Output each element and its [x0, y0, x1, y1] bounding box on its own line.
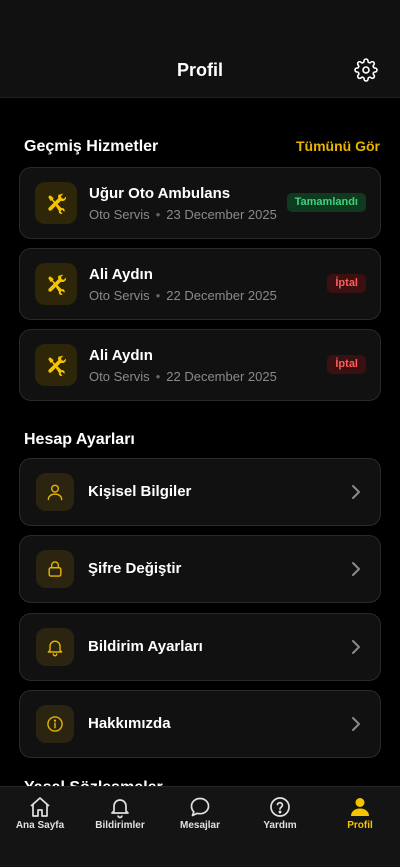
settings-item-label: Bildirim Ayarları	[88, 638, 203, 655]
chevron-right-icon	[352, 717, 360, 731]
service-date: 23 December 2025	[166, 207, 277, 222]
nav-label: Mesajlar	[179, 820, 221, 831]
nav-label: Ana Sayfa	[15, 820, 65, 831]
settings-item-label: Şifre Değiştir	[88, 560, 182, 577]
chevron-right-icon	[352, 640, 360, 654]
page-title: Profil	[176, 60, 223, 80]
service-type: Oto Servis	[89, 369, 150, 384]
settings-item-label: Hakkımızda	[88, 715, 171, 732]
status-badge: İptal	[327, 274, 366, 293]
service-type: Oto Servis	[89, 288, 150, 303]
service-meta: Oto Servis • 23 December 2025	[89, 207, 277, 223]
service-card[interactable]: Ali Aydın Oto Servis • 22 December 2025 İp…	[19, 248, 381, 320]
user-icon	[36, 473, 74, 511]
settings-item-about[interactable]: Hakkımızda	[19, 690, 381, 758]
service-card[interactable]: Ali Aydın Oto Servis • 22 December 2025 İp…	[19, 329, 381, 401]
tools-icon	[35, 182, 77, 224]
service-meta: Oto Servis • 22 December 2025	[89, 369, 277, 385]
chevron-right-icon	[352, 562, 360, 576]
nav-item-notifications[interactable]: Bildirimler	[80, 787, 160, 847]
settings-item-personal-info[interactable]: Kişisel Bilgiler	[19, 458, 381, 526]
nav-label: Profil	[347, 820, 373, 831]
nav-item-home[interactable]: Ana Sayfa	[0, 787, 80, 847]
settings-item-label: Kişisel Bilgiler	[88, 483, 192, 500]
tools-icon	[35, 344, 77, 386]
gear-icon[interactable]	[354, 58, 378, 82]
nav-item-profile[interactable]: Profil	[320, 787, 400, 847]
service-date: 22 December 2025	[166, 288, 277, 303]
provider-name: Uğur Oto Ambulans	[89, 185, 231, 202]
bell-icon	[111, 799, 129, 819]
service-date: 22 December 2025	[166, 369, 277, 384]
chevron-right-icon	[352, 485, 360, 499]
nav-item-messages[interactable]: Mesajlar	[160, 787, 240, 847]
separator-dot: •	[155, 288, 161, 303]
nav-label: Yardım	[263, 820, 297, 831]
separator-dot: •	[155, 207, 161, 222]
service-type: Oto Servis	[89, 207, 150, 222]
app-header: Profil	[0, 0, 400, 98]
status-badge: İptal	[327, 355, 366, 374]
nav-item-help[interactable]: Yardım	[240, 787, 320, 847]
help-icon	[270, 797, 290, 817]
lock-icon	[36, 550, 74, 588]
account-settings-title: Hesap Ayarları	[24, 431, 135, 448]
provider-name: Ali Aydın	[89, 347, 153, 364]
info-icon	[36, 705, 74, 743]
separator-dot: •	[155, 369, 161, 384]
profile-icon	[351, 798, 369, 816]
settings-item-notification-settings[interactable]: Bildirim Ayarları	[19, 613, 381, 681]
status-badge: Tamamlandı	[286, 193, 366, 212]
nav-label: Bildirimler	[95, 820, 145, 831]
bell-icon	[36, 628, 74, 666]
past-services-title: Geçmiş Hizmetler	[24, 138, 159, 155]
settings-item-change-password[interactable]: Şifre Değiştir	[19, 535, 381, 603]
bottom-nav: Ana Sayfa Bildirimler Mesajlar Yardım Pr…	[0, 786, 400, 867]
tools-icon	[35, 263, 77, 305]
home-icon	[30, 797, 50, 817]
provider-name: Ali Aydın	[89, 266, 153, 283]
service-card[interactable]: Uğur Oto Ambulans Oto Servis • 23 December…	[19, 167, 381, 239]
see-all-link[interactable]: Tümünü Gör	[296, 137, 380, 155]
chat-icon	[190, 797, 210, 817]
service-meta: Oto Servis • 22 December 2025	[89, 288, 277, 304]
